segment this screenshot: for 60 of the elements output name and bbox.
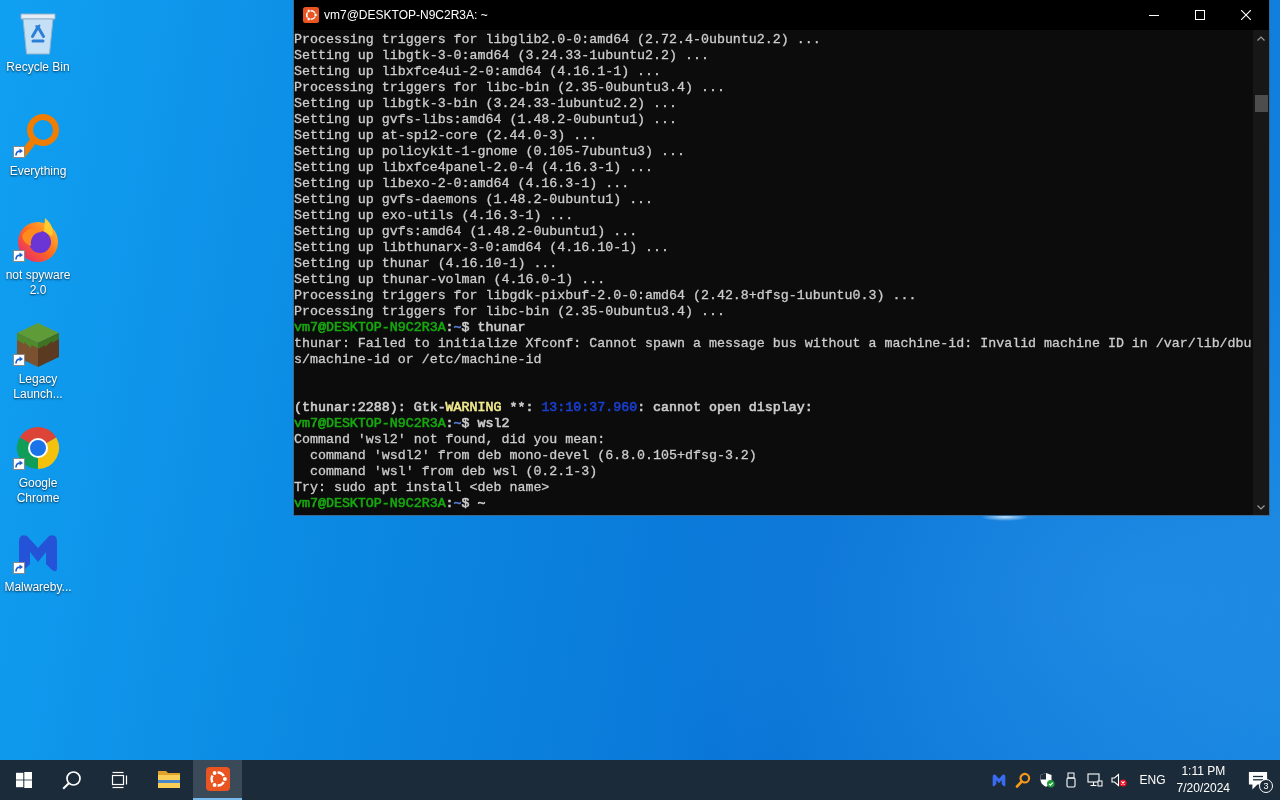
stacked-windows-icon — [111, 771, 129, 789]
monitor-icon[interactable] — [1086, 772, 1103, 788]
shield-icon[interactable] — [1038, 772, 1055, 788]
terminal-line: vm7@DESKTOP-N9C2R3A:~$ thunar — [294, 320, 526, 336]
grass-block-icon[interactable] — [14, 320, 62, 368]
tricolor-circle-icon[interactable] — [14, 424, 62, 472]
terminal-line: Setting up libxfce4ui-2-0:amd64 (4.16.1-1) ... — [294, 64, 662, 80]
desktop-icon-label[interactable]: Everything — [9, 164, 67, 179]
notification-count-badge: 3 — [1259, 779, 1273, 793]
notification-button[interactable]: 3 — [1236, 760, 1280, 800]
desktop-icon-label[interactable]: Google Chrome — [0, 476, 76, 506]
ring-logo-icon — [205, 767, 230, 791]
terminal-line: Setting up libxfce4panel-2.0-4 (4.16.3-1) ... — [294, 160, 654, 176]
taskbar-app-button[interactable] — [193, 760, 242, 800]
terminal-line: Processing triggers for libc-bin (2.35-0ubuntu3.4) ... — [294, 304, 725, 320]
window-title: vm7@DESKTOP-N9C2R3A: ~ — [324, 8, 488, 22]
terminal-line: vm7@DESKTOP-N9C2R3A:~$ wsl2 — [294, 416, 510, 432]
desktop-icon-label[interactable]: Legacy Launch... — [0, 372, 76, 402]
terminal-line: command 'wsdl2' from deb mono-devel (6.8.0.105+dfsg-3.2) — [308, 448, 757, 464]
terminal-line: thunar: Failed to initialize Xfconf: Cannot spawn a message bus without a machine-id: Invalid machine ID in /var/lib/dbu — [294, 336, 1252, 352]
terminal-line: Processing triggers for libgdk-pixbuf-2.0-0:amd64 (2.42.8+dfsg-1ubuntu0.3) ... — [294, 288, 917, 304]
four-pane-logo-icon — [16, 772, 32, 788]
scrollbar-thumb[interactable] — [1254, 95, 1268, 112]
terminal-line: Setting up at-spi2-core (2.44.0-3) ... — [294, 128, 598, 144]
terminal-line: Processing triggers for libglib2.0-0:amd64 (2.72.4-0ubuntu2.2) ... — [294, 32, 821, 48]
terminal-line: Processing triggers for libc-bin (2.35-0ubuntu3.4) ... — [294, 80, 725, 96]
terminal-line: Setting up gvfs-libs:amd64 (1.48.2-0ubuntu1) ... — [294, 112, 677, 128]
desktop-icon-label[interactable]: not spyware 2.0 — [0, 268, 76, 298]
terminal-line: Setting up thunar-volman (4.16.0-1) ... — [294, 272, 606, 288]
folder-icon — [156, 769, 181, 789]
minimize-icon — [1149, 14, 1159, 16]
terminal-line: Setting up libexo-2-0:amd64 (4.16.3-1) ... — [294, 176, 630, 192]
speaker-icon[interactable] — [1110, 772, 1127, 788]
terminal-line: Setting up gvfs:amd64 (1.48.2-0ubuntu1) ... — [294, 224, 638, 240]
terminal-line: Setting up libgtk-3-0:amd64 (3.24.33-1ubuntu2.2) ... — [294, 48, 709, 64]
desktop-icon-label[interactable]: Malwareby... — [4, 580, 72, 595]
terminal-line: command 'wsl' from deb wsl (0.2.1-3) — [308, 464, 598, 480]
terminal-line: Setting up thunar (4.16.10-1) ... — [294, 256, 558, 272]
desktop-icon-label[interactable]: Recycle Bin — [6, 60, 70, 75]
ring-logo-icon — [303, 7, 319, 23]
terminal-line: (thunar:2288): Gtk-WARNING **: 13:10:37.960: cannot open display: — [294, 400, 813, 416]
terminal-line: Setting up policykit-1-gnome (0.105-7ubuntu3) ... — [294, 144, 685, 160]
maximize-icon — [1195, 10, 1205, 20]
chevron-down-icon[interactable] — [1257, 505, 1265, 510]
search-icon — [62, 770, 82, 790]
terminal-line: vm7@DESKTOP-N9C2R3A:~$ ~ — [294, 496, 486, 512]
magnifier-icon[interactable] — [1014, 772, 1031, 788]
close-icon — [1241, 10, 1251, 20]
chevron-up-icon[interactable] — [1257, 36, 1265, 41]
terminal-line: Setting up libthunarx-3-0:amd64 (4.16.10-1) ... — [294, 240, 670, 256]
clock-button[interactable]: 1:11 PM 7/20/2024 — [1170, 761, 1236, 799]
terminal-line: Setting up libgtk-3-bin (3.24.33-1ubuntu2.2) ... — [294, 96, 677, 112]
terminal-line: s/machine-id or /etc/machine-id — [294, 352, 542, 368]
terminal-line: Command 'wsl2' not found, did you mean: — [294, 432, 606, 448]
language-button[interactable]: ENG — [1134, 769, 1171, 791]
letter-m-icon[interactable] — [990, 772, 1007, 788]
terminal-line: Try: sudo apt install <deb name> — [294, 480, 550, 496]
terminal-line: Setting up gvfs-daemons (1.48.2-0ubuntu1) ... — [294, 192, 654, 208]
scrollbar[interactable] — [1253, 30, 1269, 515]
terminal-line: Setting up exo-utils (4.16.3-1) ... — [294, 208, 574, 224]
